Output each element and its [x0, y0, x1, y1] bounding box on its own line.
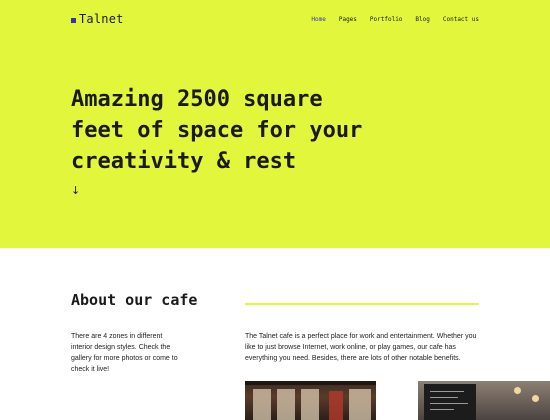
nav-item-home[interactable]: Home — [311, 16, 325, 23]
logo[interactable]: Talnet — [71, 12, 124, 26]
about-left-text: There are 4 zones in different interior … — [71, 333, 178, 373]
nav-item-portfolio[interactable]: Portfolio — [370, 16, 403, 23]
nav-item-contact[interactable]: Contact us — [443, 16, 479, 23]
hero-headline: Amazing 2500 square feet of space for yo… — [71, 84, 401, 177]
headline-line: Amazing 2500 square — [71, 87, 323, 112]
logo-text: Talnet — [79, 12, 124, 26]
hero-section: Talnet Home Pages Portfolio Blog Contact… — [0, 0, 550, 248]
nav-item-blog[interactable]: Blog — [415, 16, 429, 23]
headline-line: feet of space for your — [71, 118, 363, 143]
headline-line: creativity & rest — [71, 149, 297, 174]
main-nav: Home Pages Portfolio Blog Contact us — [298, 16, 479, 23]
cafe-photo-exterior[interactable] — [245, 381, 376, 420]
scroll-down-arrow-icon[interactable]: ↓ — [71, 184, 80, 197]
logo-square-icon — [71, 17, 76, 23]
about-title: About our cafe — [71, 291, 198, 309]
cafe-photo-interior[interactable] — [418, 381, 550, 420]
nav-item-pages[interactable]: Pages — [339, 16, 357, 23]
about-divider — [245, 303, 479, 305]
about-right-text: The Talnet cafe is a perfect place for w… — [245, 333, 477, 362]
